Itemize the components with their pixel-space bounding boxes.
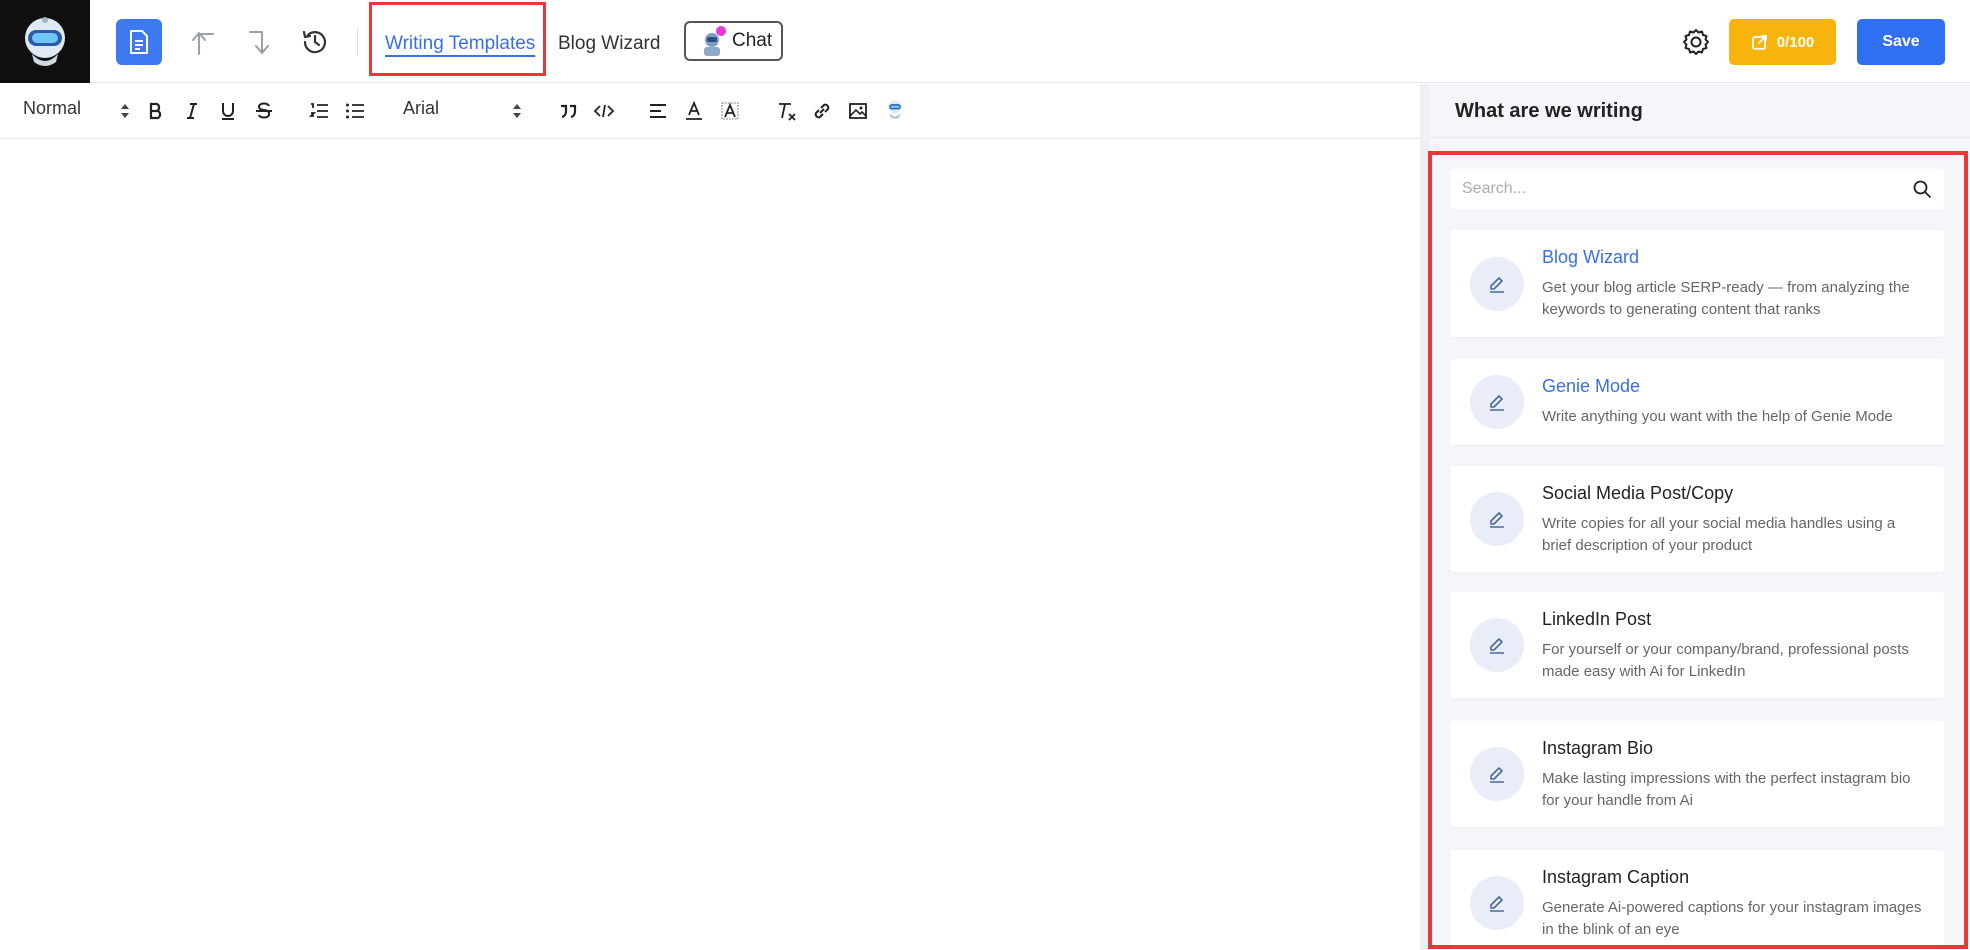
bold-icon xyxy=(149,102,162,120)
panel-title: What are we writing xyxy=(1455,100,1643,122)
robot-logo-icon xyxy=(25,16,65,66)
credits-count: 0/100 xyxy=(1776,33,1815,51)
settings-button[interactable] xyxy=(1678,24,1714,60)
bold-button[interactable] xyxy=(143,98,169,124)
italic-icon xyxy=(187,103,197,119)
image-button[interactable] xyxy=(845,98,871,124)
nav-blog-wizard[interactable]: Blog Wizard xyxy=(558,33,660,55)
document-icon xyxy=(130,30,148,54)
app-logo[interactable] xyxy=(0,0,90,83)
underline-button[interactable] xyxy=(215,98,241,124)
bullet-list-icon xyxy=(346,103,364,119)
editor-canvas[interactable] xyxy=(0,140,1420,950)
robot-icon xyxy=(888,100,902,119)
toolbar-divider xyxy=(357,28,358,56)
templates-highlight xyxy=(1428,151,1968,949)
panel-header: What are we writing xyxy=(1430,84,1970,138)
redo-button[interactable] xyxy=(242,24,278,60)
highlight-color-icon xyxy=(721,102,739,120)
clear-format-icon xyxy=(779,103,796,121)
font-family-select[interactable]: Arial xyxy=(403,98,439,119)
ai-assistant-button[interactable] xyxy=(880,92,910,128)
bullet-list-button[interactable] xyxy=(342,98,368,124)
undo-icon xyxy=(192,32,214,55)
gear-icon xyxy=(1683,29,1709,55)
align-left-icon xyxy=(650,104,666,118)
redo-icon xyxy=(249,31,269,54)
select-arrows-icon xyxy=(121,104,129,118)
background-color-button[interactable] xyxy=(717,98,743,124)
text-color-icon xyxy=(686,100,702,120)
clear-format-button[interactable] xyxy=(773,98,799,124)
image-icon xyxy=(849,103,867,119)
top-bar: Writing Templates Blog Wizard Chat 0/100… xyxy=(0,0,1970,83)
link-icon xyxy=(814,103,830,119)
underline-icon xyxy=(222,103,234,120)
undo-button[interactable] xyxy=(185,24,221,60)
text-color-button[interactable] xyxy=(681,98,707,124)
chat-button-label: Chat xyxy=(732,30,773,51)
align-button[interactable] xyxy=(645,98,671,124)
link-button[interactable] xyxy=(809,98,835,124)
credits-icon xyxy=(1751,35,1767,50)
nav-writing-templates[interactable]: Writing Templates xyxy=(385,33,535,55)
document-button[interactable] xyxy=(116,19,162,65)
paragraph-style-select[interactable]: Normal xyxy=(23,98,81,119)
credits-button[interactable]: 0/100 xyxy=(1729,19,1836,65)
history-icon xyxy=(302,30,327,54)
quote-icon xyxy=(561,104,577,119)
chat-robot-icon xyxy=(704,26,726,56)
code-button[interactable] xyxy=(591,98,617,124)
editor-toolbar: Normal Arial xyxy=(0,84,1420,139)
italic-button[interactable] xyxy=(179,98,205,124)
ordered-list-icon xyxy=(308,103,328,118)
strikethrough-button[interactable] xyxy=(251,98,277,124)
code-icon xyxy=(593,104,615,118)
save-button[interactable]: Save xyxy=(1857,19,1945,65)
blockquote-button[interactable] xyxy=(555,98,581,124)
ordered-list-button[interactable] xyxy=(306,98,332,124)
chat-button[interactable]: Chat xyxy=(684,21,783,61)
select-arrows-icon xyxy=(513,104,521,118)
strikethrough-icon xyxy=(256,102,272,119)
history-button[interactable] xyxy=(297,24,333,60)
